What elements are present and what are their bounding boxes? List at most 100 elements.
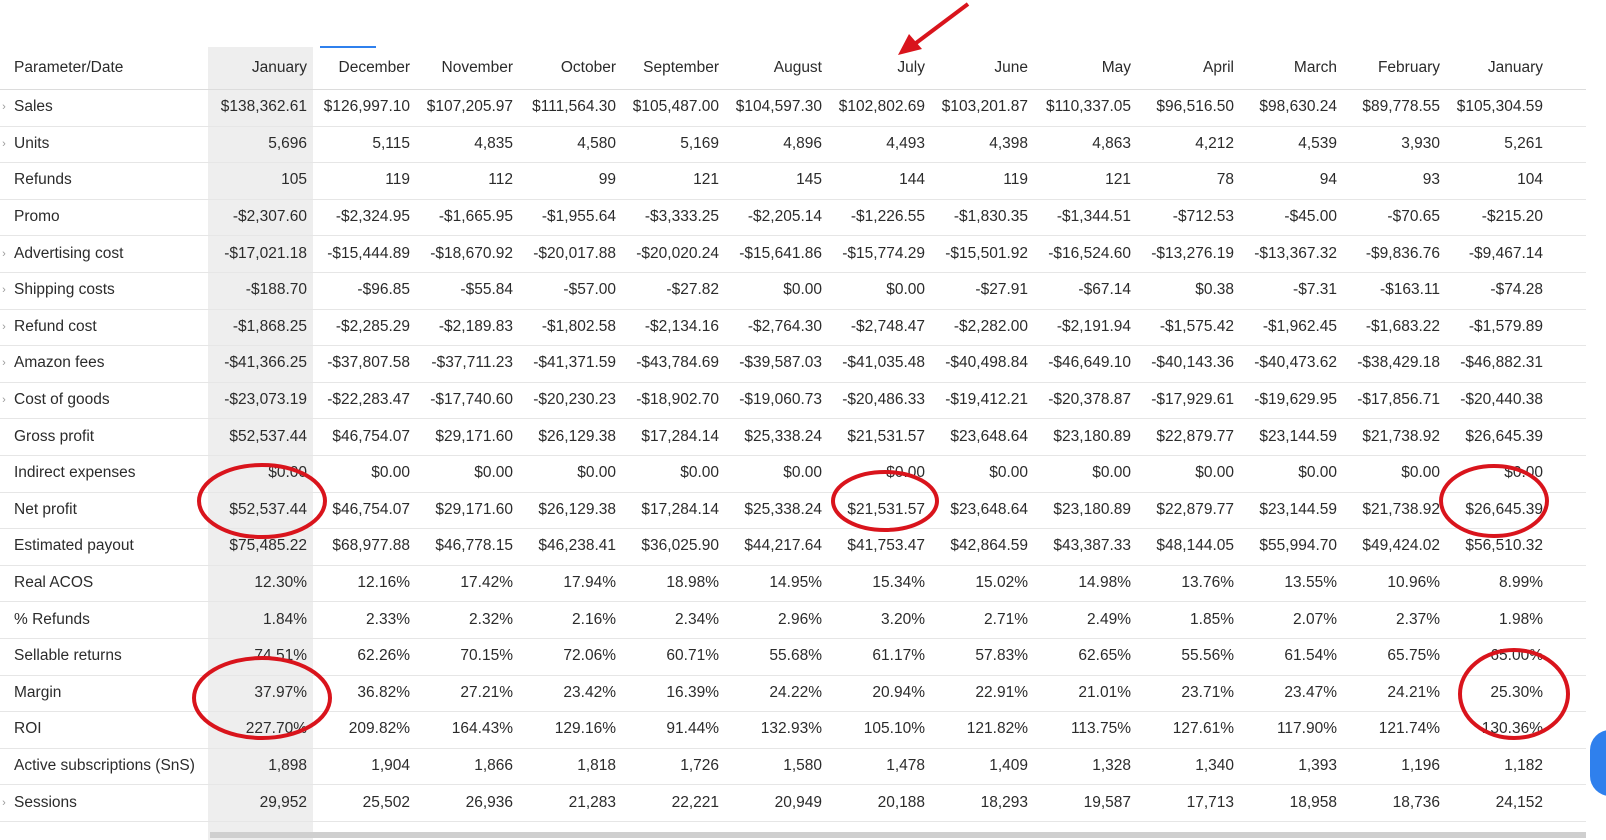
table-cell: $21,738.92 [1362,500,1440,518]
table-cell: -$27.91 [975,281,1028,299]
table-cell: 119 [1003,171,1028,189]
table-cell: -$16,524.60 [1048,244,1131,262]
table-cell: -$41,366.25 [224,354,307,372]
column-header-11[interactable]: February [1340,47,1440,89]
table-cell: $36,025.90 [641,537,719,555]
column-header-5[interactable]: August [722,47,822,89]
expand-chevron-icon[interactable]: › [0,101,8,113]
table-cell: -$17,929.61 [1151,391,1234,409]
table-cell: $55,994.70 [1259,537,1337,555]
column-header-8[interactable]: May [1031,47,1131,89]
table-cell: -$40,498.84 [945,354,1028,372]
expand-chevron-icon[interactable]: › [0,394,8,406]
row-label-cell[interactable]: › Shipping costs [0,272,208,309]
table-cell: $21,531.57 [847,427,925,445]
column-header-3[interactable]: October [516,47,616,89]
table-cell: $46,754.07 [332,427,410,445]
row-label: Amazon fees [14,354,105,372]
table-cell: $44,217.64 [744,537,822,555]
table-cell: -$1,802.58 [541,317,616,335]
table-cell: 14.95% [769,574,822,592]
table-cell: 1,580 [783,757,822,775]
expand-chevron-icon[interactable]: › [0,357,8,369]
column-header-12[interactable]: January [1443,47,1543,89]
expand-chevron-icon[interactable]: › [0,321,8,333]
table-cell: $0.00 [1092,464,1131,482]
table-cell: 5,115 [372,134,410,152]
column-header-7[interactable]: June [928,47,1028,89]
table-cell: 4,493 [886,134,925,152]
row-label-cell[interactable]: › Refund cost [0,309,208,346]
table-cell: $0.38 [1195,281,1234,299]
table-cell: $89,778.55 [1362,98,1440,116]
horizontal-scrollbar[interactable] [210,832,1586,838]
table-cell: 23.42% [563,683,616,701]
table-cell: $75,485.22 [229,537,307,555]
table-cell: 62.65% [1078,647,1131,665]
row-label-cell[interactable]: › Sessions [0,784,208,821]
table-cell: $0.00 [1195,464,1234,482]
column-header-0[interactable]: January [207,47,307,89]
row-label-cell[interactable]: › Units [0,126,208,163]
table-cell: -$40,473.62 [1254,354,1337,372]
row-label-cell[interactable]: › Cost of goods [0,382,208,419]
table-cell: -$20,378.87 [1048,391,1131,409]
expand-chevron-icon[interactable]: › [0,797,8,809]
table-cell: $48,144.05 [1156,537,1234,555]
expand-chevron-icon[interactable]: › [0,138,8,150]
column-header-2[interactable]: November [413,47,514,89]
column-header-4[interactable]: September [619,47,719,89]
table-cell: -$19,060.73 [739,391,822,409]
chat-bubble-button[interactable] [1590,730,1606,796]
table-cell: -$18,670.92 [430,244,513,262]
table-cell: $103,201.87 [941,98,1028,116]
table-cell: 1,196 [1401,757,1440,775]
table-cell: 15.02% [975,574,1028,592]
table-cell: $49,424.02 [1362,537,1440,555]
table-cell: -$15,501.92 [945,244,1028,262]
table-cell: $56,510.32 [1465,537,1543,555]
column-header-1[interactable]: December [310,47,411,89]
expand-chevron-icon[interactable]: › [0,248,8,260]
table-cell: -$45.00 [1284,208,1337,226]
table-cell: 22.91% [975,683,1028,701]
table-cell: $23,648.64 [950,500,1028,518]
table-row: Active subscriptions (SnS) 1,898 1,904 1,86… [0,748,1586,786]
table-cell: -$19,412.21 [945,391,1028,409]
column-header-10[interactable]: March [1237,47,1337,89]
row-label-cell[interactable]: › Advertising cost [0,235,208,272]
row-label-cell[interactable]: › Sales [0,89,208,126]
table-cell: -$74.28 [1490,281,1543,299]
table-cell: -$2,134.16 [644,317,719,335]
column-header-9[interactable]: April [1134,47,1234,89]
table-cell: 4,580 [577,134,616,152]
table-cell: 18,736 [1392,793,1440,811]
table-cell: -$15,641.86 [739,244,822,262]
table-cell: $105,304.59 [1456,98,1543,116]
table-cell: 2.07% [1293,610,1337,628]
table-cell: 145 [796,171,822,189]
row-label-cell: Margin [0,675,208,712]
table-cell: $96,516.50 [1156,98,1234,116]
row-label: Advertising cost [14,244,124,262]
table-cell: 25.30% [1490,683,1543,701]
row-label-cell[interactable]: › Amazon fees [0,345,208,382]
row-label: Estimated payout [14,537,134,555]
table-cell: -$1,226.55 [850,208,925,226]
table-cell: $29,171.60 [435,427,513,445]
table-cell: -$39,587.03 [739,354,822,372]
table-cell: -$2,748.47 [850,317,925,335]
column-header-6[interactable]: July [825,47,925,89]
row-label: Active subscriptions (SnS) [14,757,195,775]
table-cell: 16.39% [666,683,719,701]
table-cell: $26,129.38 [538,500,616,518]
table-cell: 1,866 [474,757,513,775]
table-cell: -$188.70 [245,281,307,299]
row-label-cell: Estimated payout [0,528,208,565]
expand-chevron-icon[interactable]: › [0,284,8,296]
table-cell: $26,129.38 [538,427,616,445]
table-cell: -$20,440.38 [1460,391,1543,409]
table-cell: 4,398 [989,134,1028,152]
table-row: Sellable returns 74.51% 62.26% 70.15% 72.06%… [0,638,1586,676]
table-row: % Refunds 1.84% 2.33% 2.32% 2.16% 2.34% 2.96% 3… [0,601,1586,639]
